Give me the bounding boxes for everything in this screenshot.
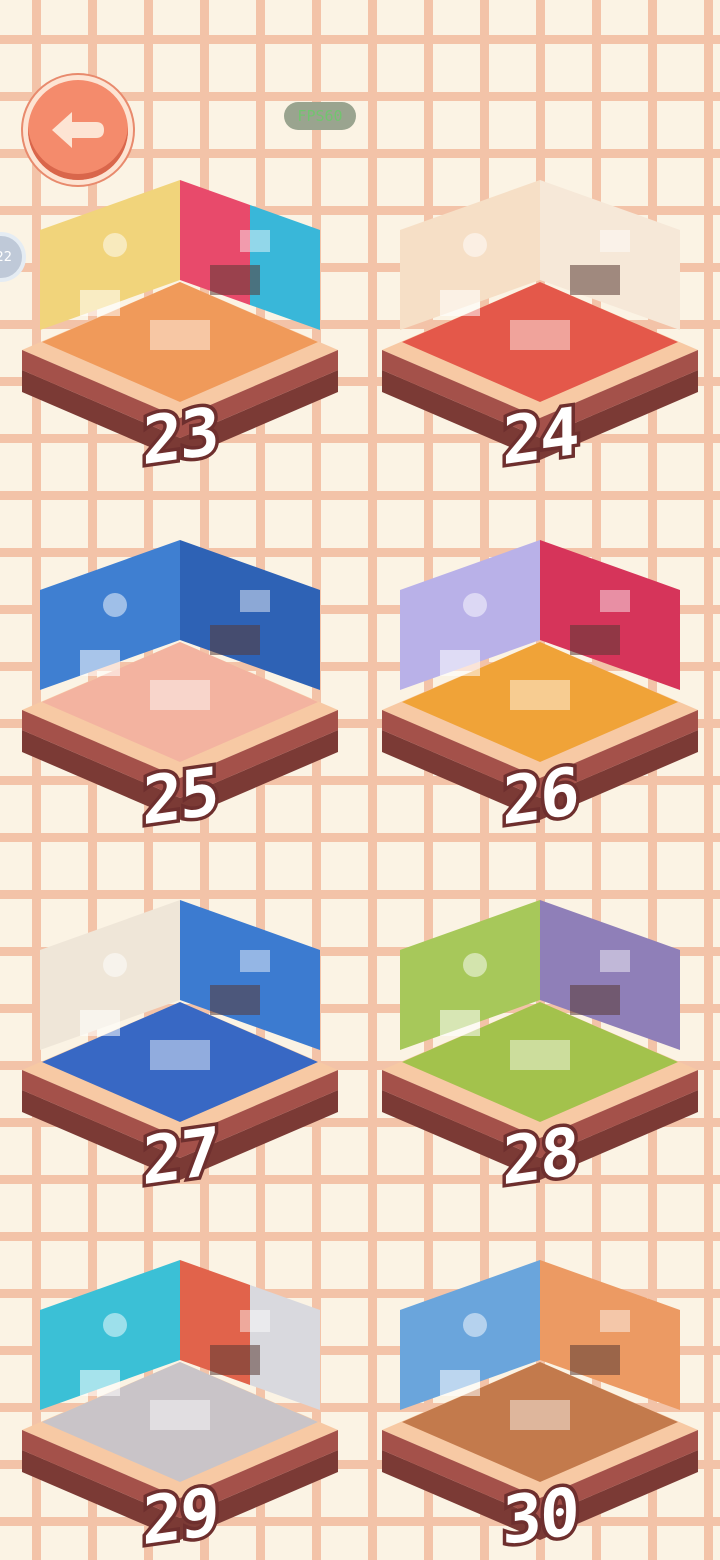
level-card[interactable]: 28 [380, 890, 700, 1204]
level-number: 29 [139, 1469, 221, 1560]
fps-counter: FPS60 [284, 102, 356, 130]
level-number: 26 [499, 749, 581, 844]
level-card[interactable]: 30 [380, 1250, 700, 1560]
back-arrow-icon [52, 112, 104, 148]
level-number: 25 [139, 749, 221, 844]
level-card[interactable]: 23 [20, 170, 340, 484]
level-number: 27 [139, 1109, 221, 1204]
level-card[interactable]: 29 [20, 1250, 340, 1560]
level-card[interactable]: 25 [20, 530, 340, 844]
level-card[interactable]: 24 [380, 170, 700, 484]
level-number: 28 [499, 1109, 581, 1204]
level-number: 30 [499, 1469, 581, 1560]
level-card[interactable]: 26 [380, 530, 700, 844]
back-button[interactable] [28, 80, 128, 180]
level-card[interactable]: 27 [20, 890, 340, 1204]
level-number: 24 [499, 389, 581, 484]
level-number: 23 [139, 389, 221, 484]
previous-level-number: 22 [0, 249, 12, 265]
